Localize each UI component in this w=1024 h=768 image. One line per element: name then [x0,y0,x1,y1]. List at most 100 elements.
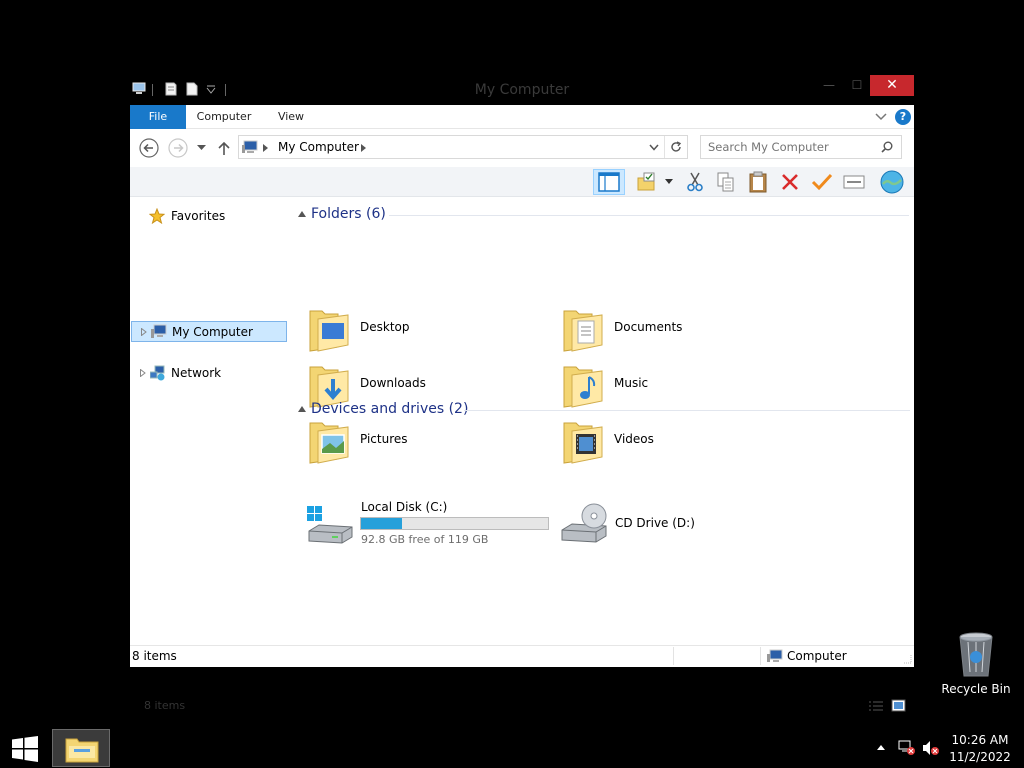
drive-item-cd-drive[interactable]: CD Drive (D:) [560,500,780,552]
group-divider [389,215,909,216]
paste-button[interactable] [744,169,772,195]
organize-button[interactable] [633,169,661,195]
drive-item-local-disk[interactable]: Local Disk (C:) 92.8 GB free of 119 GB [306,500,556,552]
nav-item-my-computer[interactable]: My Computer [131,321,287,342]
globe-button[interactable] [878,169,906,195]
status-location: Computer [787,649,847,663]
nav-item-label: My Computer [172,325,253,339]
properties-button[interactable] [840,169,868,195]
separator [664,136,665,158]
desktop-recycle-bin[interactable]: Recycle Bin [938,630,1014,700]
folder-label: Videos [614,432,654,446]
local-disk-icon [307,506,353,544]
properties-card-icon [843,175,865,189]
cut-button[interactable] [681,169,709,195]
large-icons-view-icon[interactable] [891,699,906,712]
clock-date[interactable]: 11/2/2022 [945,750,1015,764]
network-status-icon[interactable] [898,740,916,756]
drive-free-space: 92.8 GB free of 119 GB [361,533,489,546]
windows-logo-icon[interactable] [12,736,38,762]
delete-button[interactable] [776,169,804,195]
recycle-bin-label: Recycle Bin [941,682,1011,696]
tab-view[interactable]: View [270,105,312,129]
address-bar[interactable]: My Computer [238,135,688,159]
group-header-devices[interactable]: Devices and drives (2) [298,401,910,421]
address-dropdown-icon[interactable] [649,144,659,151]
navigation-bar: My Computer [130,129,914,167]
disk-usage-bar [360,517,549,530]
folder-item-desktop[interactable]: Desktop [308,303,548,355]
show-hidden-icons-icon[interactable] [877,745,885,750]
cd-drive-icon [561,503,607,543]
maximize-button[interactable]: ☐ [846,75,868,96]
forward-button[interactable] [168,138,188,158]
expand-ribbon-icon[interactable] [875,112,887,122]
search-box[interactable] [700,135,902,159]
recent-locations-icon[interactable] [197,145,206,151]
preview-pane-button[interactable] [593,169,625,195]
videos-folder-icon [563,422,603,464]
folder-item-videos[interactable]: Videos [562,415,802,467]
pictures-folder-icon [309,422,349,464]
tab-file[interactable]: File [130,105,186,129]
nav-item-favorites[interactable]: Favorites [131,206,287,227]
toolbar [130,167,914,197]
taskbar: 10:26 AM 11/2/2022 [0,728,1024,768]
folder-label: Documents [614,320,683,334]
computer-icon [767,649,783,662]
minimize-button[interactable]: — [819,75,839,96]
breadcrumb-chevron-icon[interactable] [361,144,366,152]
title-bar: My Computer — ☐ ✕ [130,75,914,105]
details-view-icon[interactable] [868,700,884,712]
search-input[interactable] [708,137,878,157]
folder-label: Downloads [360,376,426,390]
folder-item-documents[interactable]: Documents [562,303,802,355]
expand-arrow-icon[interactable] [141,328,147,336]
checked-folder-icon [637,172,655,191]
drive-label: CD Drive (D:) [615,516,695,530]
breadcrumb-my-computer[interactable]: My Computer [278,140,359,154]
refresh-icon[interactable] [669,140,683,154]
separator [760,647,761,665]
navigation-pane: Favorites My Computer Network [130,197,290,644]
network-icon [150,365,165,381]
nav-item-network[interactable]: Network [131,363,287,384]
organize-dropdown-icon[interactable] [665,179,673,185]
folder-item-pictures[interactable]: Pictures [308,415,548,467]
rename-button[interactable] [808,169,836,195]
explorer-window: My Computer — ☐ ✕ File Computer View ? M… [130,75,914,712]
taskbar-file-explorer-button[interactable] [52,729,110,767]
close-button[interactable]: ✕ [870,75,914,96]
nav-item-label: Favorites [171,209,226,223]
copy-icon [717,172,734,192]
folder-label: Pictures [360,432,408,446]
status-bar: 8 items Computer [130,645,914,666]
group-header-folders[interactable]: Folders (6) [298,206,910,226]
search-icon[interactable] [881,141,893,153]
group-divider [464,410,910,411]
checkmark-icon [811,173,833,191]
globe-icon [880,170,904,194]
tab-computer[interactable]: Computer [194,105,254,129]
content-area: Favorites My Computer Network Folders (6… [130,197,914,712]
help-icon[interactable]: ? [895,109,911,125]
resize-grip-icon[interactable] [902,654,912,664]
ribbon-tabs: File Computer View ? [130,105,914,129]
delete-x-icon [782,174,798,190]
back-button[interactable] [139,138,159,158]
minimize-icon: — [823,78,835,92]
volume-muted-icon[interactable] [922,740,940,756]
close-icon: ✕ [886,77,898,93]
up-button[interactable] [218,141,230,155]
collapse-caret-icon[interactable] [298,211,306,217]
collapse-caret-icon[interactable] [298,406,306,412]
documents-folder-icon [563,310,603,352]
expand-arrow-icon[interactable] [140,369,146,377]
clock-time[interactable]: 10:26 AM [945,733,1015,747]
breadcrumb-chevron-icon[interactable] [263,144,268,152]
separator [673,647,674,665]
status-divider [130,645,914,646]
copy-button[interactable] [712,169,740,195]
computer-icon [242,140,258,153]
scissors-icon [687,172,703,192]
